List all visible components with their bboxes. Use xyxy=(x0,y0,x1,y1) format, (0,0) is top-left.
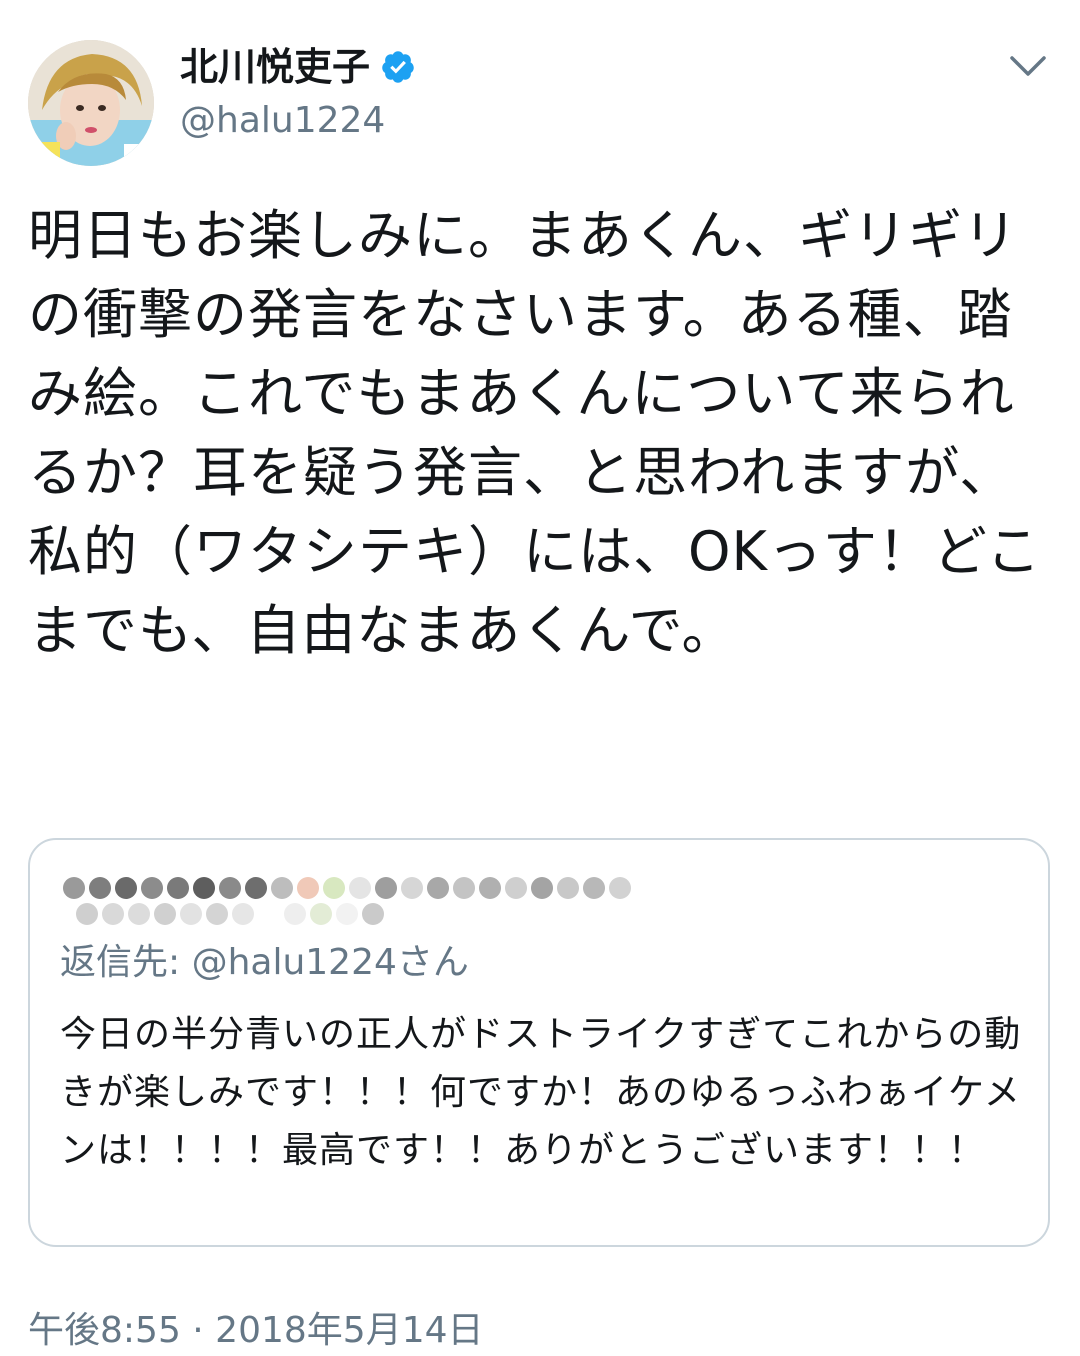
author-handle[interactable]: @halu1224 xyxy=(180,98,385,144)
pixelated-author-name xyxy=(63,877,631,925)
tweet-text: 明日もお楽しみに。まあくん、ギリギリの衝撃の発言をなさいます。ある種、踏み絵。こ… xyxy=(28,204,1042,662)
chevron-down-icon[interactable] xyxy=(1008,52,1048,80)
display-name[interactable]: 北川悦吏子 xyxy=(180,42,370,92)
avatar[interactable] xyxy=(28,40,154,166)
tweet-timestamp[interactable]: 午後8:55 · 2018年5月14日 xyxy=(28,1308,484,1354)
quoted-tweet-card[interactable]: 返信先: @halu1224さん 今日の半分青いの正人がドストライクすぎてこれか… xyxy=(28,838,1050,1247)
author-name-row[interactable]: 北川悦吏子 xyxy=(180,42,416,92)
quoted-tweet-text: 今日の半分青いの正人がドストライクすぎてこれからの動きが楽しみです！！！何ですか… xyxy=(60,1014,1022,1171)
verified-badge-icon xyxy=(382,51,414,83)
reply-to-label[interactable]: 返信先: @halu1224さん xyxy=(60,940,469,986)
